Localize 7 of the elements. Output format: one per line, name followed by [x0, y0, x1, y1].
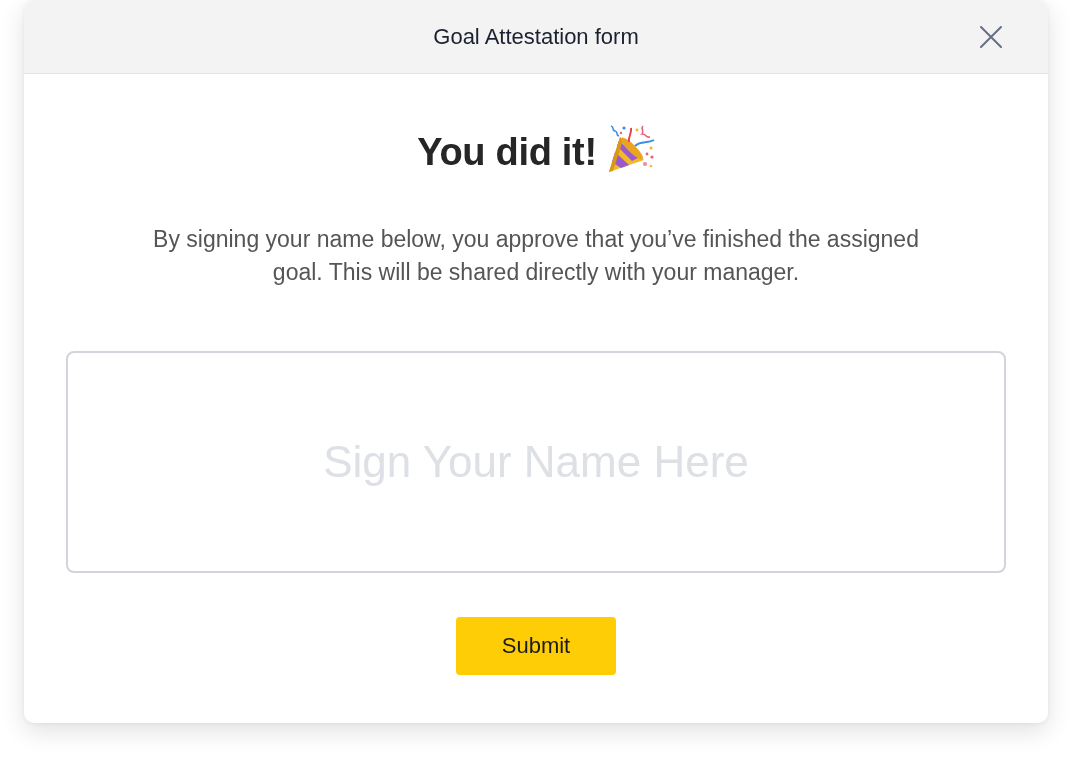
heading-text: You did it!	[417, 130, 597, 175]
instruction-text: By signing your name below, you approve that you’ve finished the assigned goal. This will be shared directly with your manager.	[152, 225, 920, 287]
close-button[interactable]	[980, 26, 1002, 48]
submit-button[interactable]: Submit	[456, 617, 616, 675]
dialog-title: Goal Attestation form	[433, 23, 639, 50]
party-popper-icon	[606, 124, 655, 174]
close-icon	[980, 26, 1002, 48]
